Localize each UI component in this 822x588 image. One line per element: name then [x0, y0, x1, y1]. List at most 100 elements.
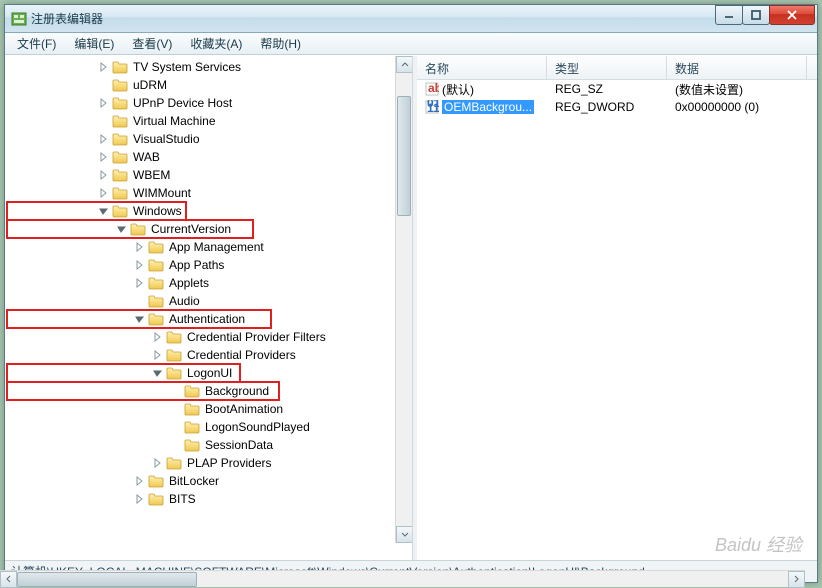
chevron-up-icon	[401, 61, 409, 69]
column-header[interactable]: 类型	[547, 56, 667, 79]
tree-item[interactable]: BootAnimation	[7, 400, 412, 418]
folder-icon	[184, 384, 200, 398]
menu-2[interactable]: 查看(V)	[124, 33, 180, 54]
value-row[interactable]: 011110OEMBackgrou...REG_DWORD0x00000000 …	[417, 98, 817, 116]
tree-label: LogonUI	[185, 366, 234, 380]
collapse-icon[interactable]	[151, 366, 165, 380]
tree-label: Credential Provider Filters	[185, 330, 328, 344]
collapse-icon[interactable]	[115, 222, 129, 236]
value-cell: (数值未设置)	[667, 80, 807, 99]
tree-item[interactable]: Applets	[7, 274, 412, 292]
tree-item[interactable]: BitLocker	[7, 472, 412, 490]
twist-spacer	[169, 384, 183, 398]
tree-item[interactable]: Credential Provider Filters	[7, 328, 412, 346]
twist-spacer	[97, 78, 111, 92]
values-header[interactable]: 名称类型数据	[417, 56, 817, 80]
minimize-icon	[724, 10, 734, 20]
expand-icon[interactable]	[97, 186, 111, 200]
twist-spacer	[169, 402, 183, 416]
minimize-button[interactable]	[715, 5, 743, 25]
tree-item[interactable]: uDRM	[7, 76, 412, 94]
folder-icon	[148, 294, 164, 308]
folder-icon	[112, 150, 128, 164]
tree-item[interactable]: Windows	[7, 202, 186, 220]
tree-item[interactable]: Background	[7, 382, 279, 400]
folder-icon	[148, 258, 164, 272]
tree-item[interactable]: WAB	[7, 148, 412, 166]
expand-icon[interactable]	[133, 258, 147, 272]
tree-item[interactable]: App Paths	[7, 256, 412, 274]
expand-icon[interactable]	[133, 474, 147, 488]
menu-4[interactable]: 帮助(H)	[252, 33, 309, 54]
expand-icon[interactable]	[151, 330, 165, 344]
expand-icon[interactable]	[97, 96, 111, 110]
tree-label: WBEM	[131, 168, 172, 182]
expand-icon[interactable]	[133, 492, 147, 506]
tree-vscrollbar[interactable]	[395, 56, 412, 543]
collapse-icon[interactable]	[133, 312, 147, 326]
app-icon	[11, 11, 27, 27]
tree-item[interactable]: Audio	[7, 292, 412, 310]
expand-icon[interactable]	[97, 60, 111, 74]
expand-icon[interactable]	[151, 348, 165, 362]
tree-item[interactable]: WIMMount	[7, 184, 412, 202]
expand-icon[interactable]	[97, 168, 111, 182]
tree-item[interactable]: Authentication	[7, 310, 271, 328]
scroll-up-button[interactable]	[396, 56, 413, 73]
tree-item[interactable]: PLAP Providers	[7, 454, 412, 472]
twist-spacer	[169, 438, 183, 452]
registry-tree[interactable]: TV System ServicesuDRM UPnP Device Host Vi…	[5, 56, 412, 510]
tree-item[interactable]: App Management	[7, 238, 412, 256]
expand-icon[interactable]	[133, 276, 147, 290]
menu-1[interactable]: 编辑(E)	[66, 33, 122, 54]
expand-icon[interactable]	[151, 456, 165, 470]
tree-item[interactable]: TV System Services	[7, 58, 412, 76]
tree-vscroll-thumb[interactable]	[397, 96, 411, 216]
tree-item[interactable]: Virtual Machine	[7, 112, 412, 130]
close-button[interactable]	[769, 5, 815, 25]
tree-label: CurrentVersion	[149, 222, 233, 236]
tree-label: Windows	[131, 204, 184, 218]
tree-item[interactable]: WBEM	[7, 166, 412, 184]
regedit-window: 注册表编辑器 文件(F)编辑(E)查看(V)收藏夹(A)帮助(H) TV Sys…	[4, 4, 818, 583]
folder-icon	[112, 78, 128, 92]
folder-icon	[112, 204, 128, 218]
values-list[interactable]: ab(默认)REG_SZ(数值未设置)011110OEMBackgrou...R…	[417, 80, 817, 560]
tree-item[interactable]: LogonSoundPlayed	[7, 418, 412, 436]
maximize-button[interactable]	[742, 5, 770, 25]
column-header[interactable]: 数据	[667, 56, 807, 79]
scroll-down-button[interactable]	[396, 526, 413, 543]
value-cell: REG_SZ	[547, 81, 667, 97]
tree-label: Virtual Machine	[131, 114, 218, 128]
tree-item[interactable]: LogonUI	[7, 364, 240, 382]
svg-text:110: 110	[427, 101, 439, 114]
tree-item[interactable]: CurrentVersion	[7, 220, 253, 238]
folder-icon	[112, 132, 128, 146]
tree-label: UPnP Device Host	[131, 96, 234, 110]
folder-icon	[184, 402, 200, 416]
tree-label: Credential Providers	[185, 348, 298, 362]
expand-icon[interactable]	[97, 150, 111, 164]
folder-icon	[112, 96, 128, 110]
column-header[interactable]: 名称	[417, 56, 547, 79]
tree-item[interactable]: VisualStudio	[7, 130, 412, 148]
tree-label: App Paths	[167, 258, 226, 272]
expand-icon[interactable]	[97, 132, 111, 146]
string-value-icon: ab	[425, 82, 439, 96]
tree-item[interactable]: BITS	[7, 490, 412, 508]
tree-item[interactable]: UPnP Device Host	[7, 94, 412, 112]
tree-item[interactable]: Credential Providers	[7, 346, 412, 364]
value-cell: REG_DWORD	[547, 99, 667, 115]
tree-label: BootAnimation	[203, 402, 285, 416]
titlebar[interactable]: 注册表编辑器	[5, 5, 817, 33]
menu-3[interactable]: 收藏夹(A)	[182, 33, 250, 54]
expand-icon[interactable]	[133, 240, 147, 254]
menu-0[interactable]: 文件(F)	[9, 33, 64, 54]
folder-icon	[184, 420, 200, 434]
folder-icon	[148, 276, 164, 290]
close-icon	[787, 10, 797, 20]
value-row[interactable]: ab(默认)REG_SZ(数值未设置)	[417, 80, 817, 98]
tree-item[interactable]: SessionData	[7, 436, 412, 454]
tree-panel[interactable]: TV System ServicesuDRM UPnP Device Host Vi…	[5, 56, 413, 560]
collapse-icon[interactable]	[97, 204, 111, 218]
